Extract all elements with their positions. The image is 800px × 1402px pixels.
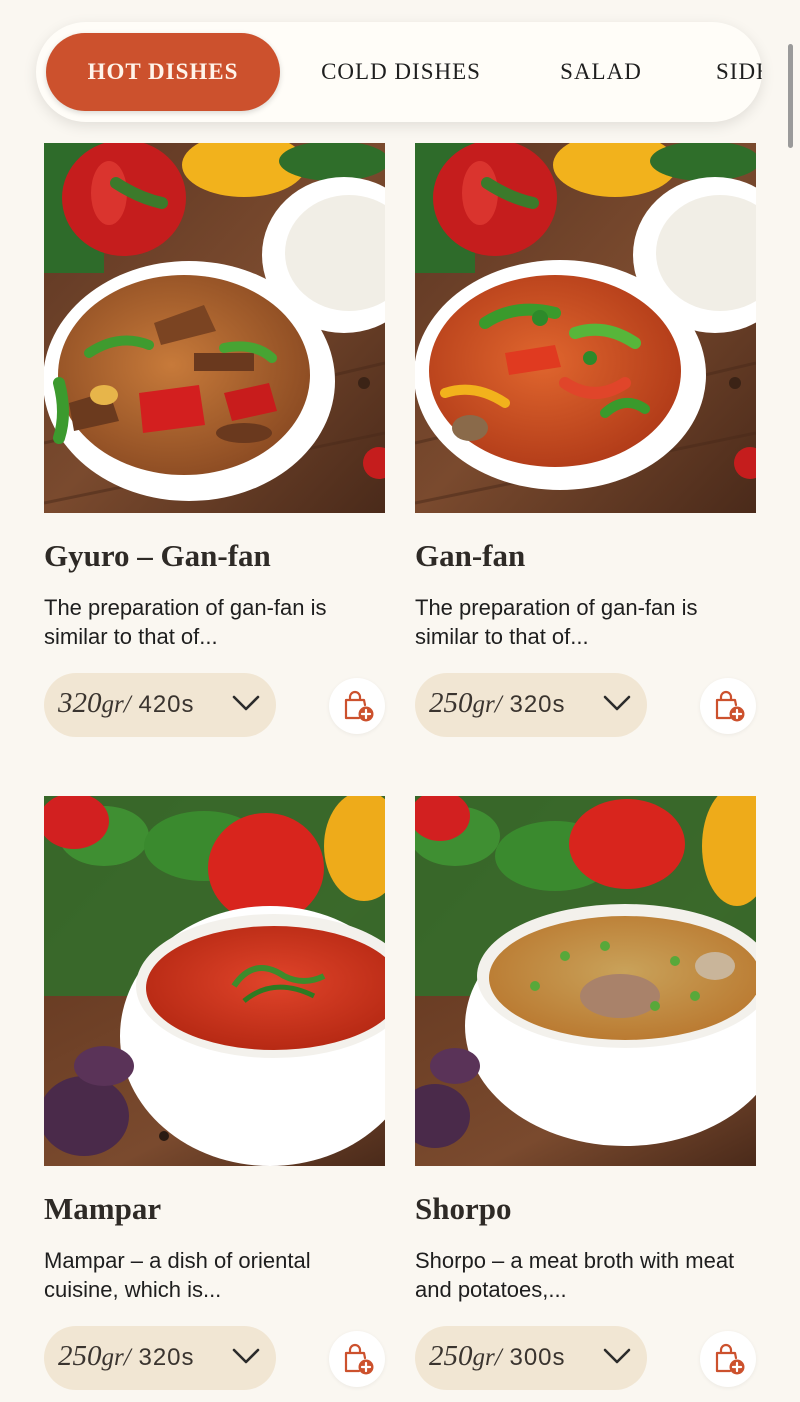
dish-description: Mampar – a dish of oriental cuisine, whi…: [44, 1248, 311, 1302]
dish-photo: [415, 143, 756, 513]
cook-time: 300s: [509, 1344, 566, 1371]
shopping-bag-plus-icon: [715, 690, 745, 722]
weight-unit: gr/: [101, 691, 131, 718]
tab-side[interactable]: SIDE: [716, 33, 762, 111]
dish-description: The preparation of gan-fan is similar to…: [415, 595, 698, 649]
tab-cold-dishes[interactable]: COLD DISHES: [306, 33, 496, 111]
weight-selector[interactable]: 250gr/ 320s: [415, 673, 647, 737]
scroll-indicator: [788, 44, 793, 148]
weight-value: 250: [58, 1340, 102, 1372]
chevron-down-icon: [232, 1348, 260, 1364]
dish-title: Gyuro – Gan-fan: [44, 538, 271, 573]
add-to-cart-button[interactable]: [329, 678, 385, 734]
dish-description: Shorpo – a meat broth with meat and pota…: [415, 1248, 735, 1302]
cook-time: 420s: [138, 691, 195, 718]
chevron-down-icon: [603, 1348, 631, 1364]
weight-value: 250: [429, 1340, 473, 1372]
chevron-down-icon: [603, 695, 631, 711]
cook-time: 320s: [138, 1344, 195, 1371]
weight-selector[interactable]: 250gr/ 300s: [415, 1326, 647, 1390]
dish-photo: [44, 143, 385, 513]
dish-photo: [415, 796, 756, 1166]
weight-value: 250: [429, 687, 473, 719]
add-to-cart-button[interactable]: [700, 1331, 756, 1387]
dish-description: The preparation of gan-fan is similar to…: [44, 595, 327, 649]
tab-salad[interactable]: SALAD: [541, 33, 661, 111]
chevron-down-icon: [232, 695, 260, 711]
weight-value: 320: [58, 687, 102, 719]
weight-unit: gr/: [472, 691, 502, 718]
dish-photo: [44, 796, 385, 1166]
dish-title: Mampar: [44, 1191, 162, 1226]
weight-unit: gr/: [472, 1344, 502, 1371]
category-tab-bar[interactable]: HOT DISHES COLD DISHES SALAD SIDE: [36, 22, 762, 122]
dish-title: Shorpo: [415, 1191, 512, 1226]
weight-selector[interactable]: 250gr/ 320s: [44, 1326, 276, 1390]
tab-hot-dishes[interactable]: HOT DISHES: [46, 33, 280, 111]
weight-selector[interactable]: 320gr/ 420s: [44, 673, 276, 737]
dish-title: Gan-fan: [415, 538, 526, 573]
add-to-cart-button[interactable]: [700, 678, 756, 734]
cook-time: 320s: [509, 691, 566, 718]
shopping-bag-plus-icon: [344, 1343, 374, 1375]
weight-unit: gr/: [101, 1344, 131, 1371]
shopping-bag-plus-icon: [344, 690, 374, 722]
add-to-cart-button[interactable]: [329, 1331, 385, 1387]
shopping-bag-plus-icon: [715, 1343, 745, 1375]
